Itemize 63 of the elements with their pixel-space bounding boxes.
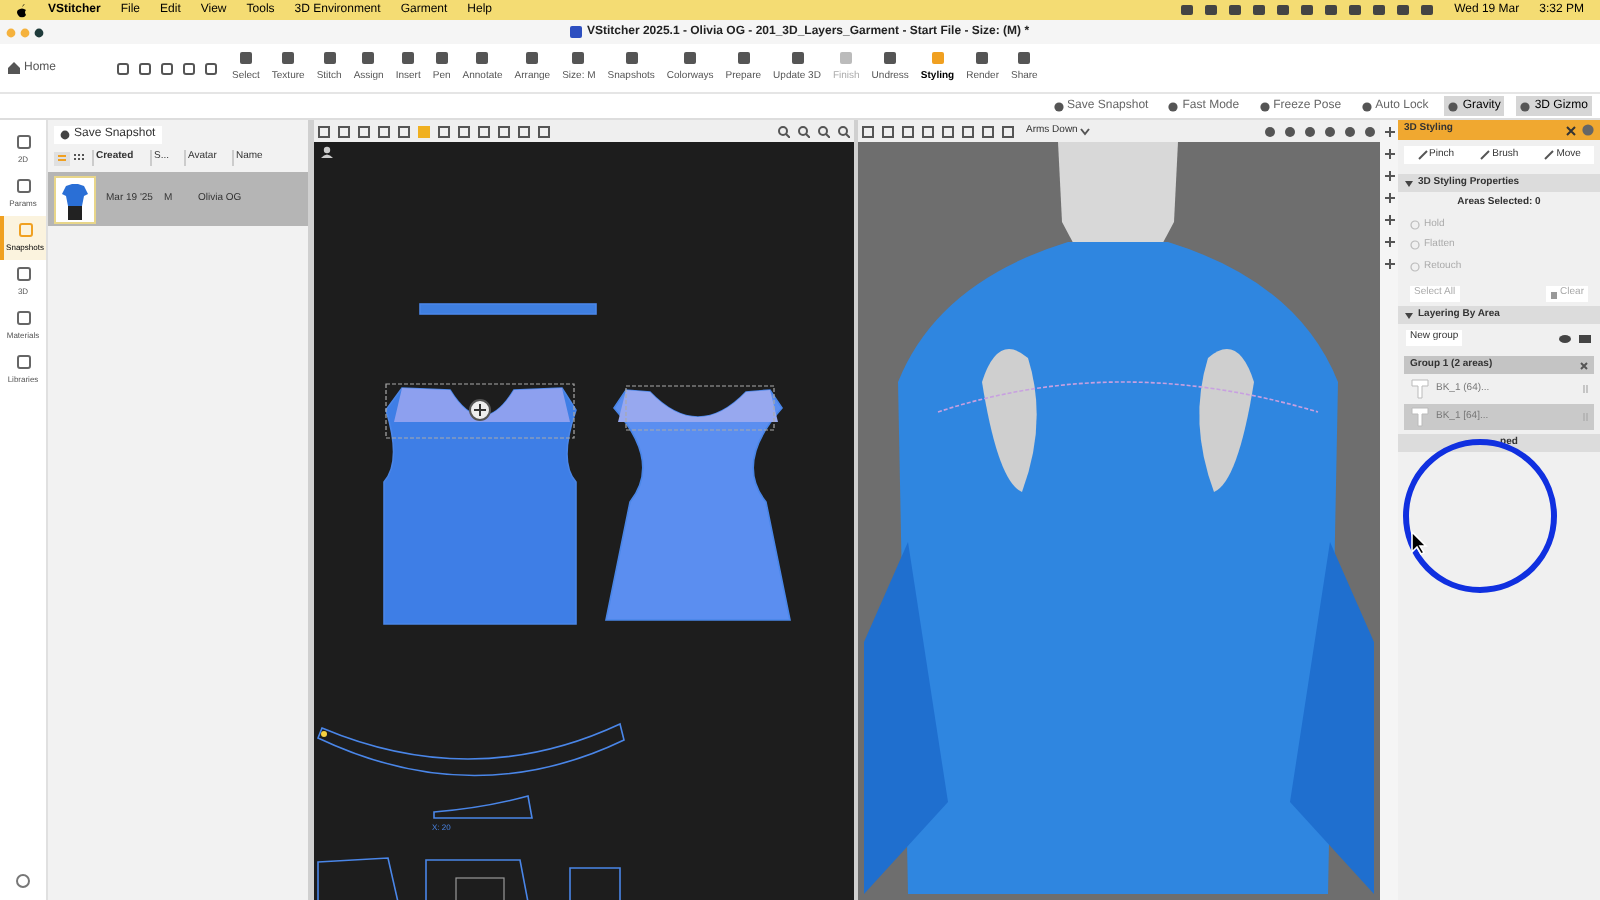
piece-thumbnail-icon [1410,378,1430,400]
tool-icon [838,50,855,67]
caret-icon [1404,179,1414,187]
close-icon[interactable] [1580,361,1588,369]
tool-icon [280,50,297,67]
zoom-icon[interactable] [798,125,810,137]
tool-icon [1480,150,1491,160]
mouse-cursor-icon [1410,530,1428,556]
caret-icon [1079,127,1090,135]
toggle-icon [1259,101,1270,111]
pattern-piece[interactable] [569,867,621,900]
small-pattern-piece[interactable] [433,795,533,819]
caret-icon [1404,311,1414,319]
tool-icon [789,50,805,67]
curved-band-piece[interactable] [317,723,625,777]
avatar-thumbnail-drawing [54,175,96,223]
pattern-piece[interactable] [317,857,399,900]
toggle-icon [1053,101,1064,111]
panel-icon [15,134,31,150]
panel-icon [15,354,31,370]
tool-icon [882,50,899,67]
tool-icon [321,50,338,67]
close-icon[interactable] [1566,125,1576,135]
tool-icon [929,50,946,67]
pattern-piece[interactable] [425,859,529,900]
piece-thumbnail-icon [1410,406,1430,428]
tool-icon [570,50,587,67]
toggle-icon [1448,101,1459,111]
eye-icon[interactable] [1558,333,1572,343]
avatar-icon [320,146,334,158]
panel-icon [15,310,31,326]
tool-icon [1417,150,1428,160]
back-bodice-piece[interactable] [605,389,791,621]
panel-icon [15,178,31,194]
tool-icon [1544,150,1555,160]
tool-icon [474,50,491,67]
home-icon [8,62,20,74]
move-handle-icon[interactable] [469,399,491,421]
tool-icon [623,50,640,67]
radio-button[interactable] [1410,219,1420,230]
trash-icon [1550,289,1559,299]
panel-icon [17,222,33,238]
toggle-icon [1520,101,1531,111]
app-icon [570,26,583,38]
tool-icon [682,50,699,67]
tool-icon [237,50,254,67]
panel-icon [15,266,31,282]
help-icon[interactable] [16,874,30,888]
tool-icon [360,50,377,67]
toggle-icon [1361,101,1372,111]
zoom-fit-icon[interactable] [778,125,790,137]
toggle-icon [1168,101,1179,111]
tool-icon [524,50,541,67]
rectangle-icon[interactable] [1578,333,1592,343]
tool-icon [1016,50,1033,67]
grid-view-icon[interactable] [72,151,86,165]
drag-handle-icon[interactable] [1582,384,1588,394]
tool-icon [735,50,752,67]
radio-button[interactable] [1410,261,1420,272]
front-bodice-piece[interactable] [383,387,577,625]
tool-icon [974,50,991,67]
apple-logo-icon [16,3,28,17]
radio-button[interactable] [1410,240,1420,251]
